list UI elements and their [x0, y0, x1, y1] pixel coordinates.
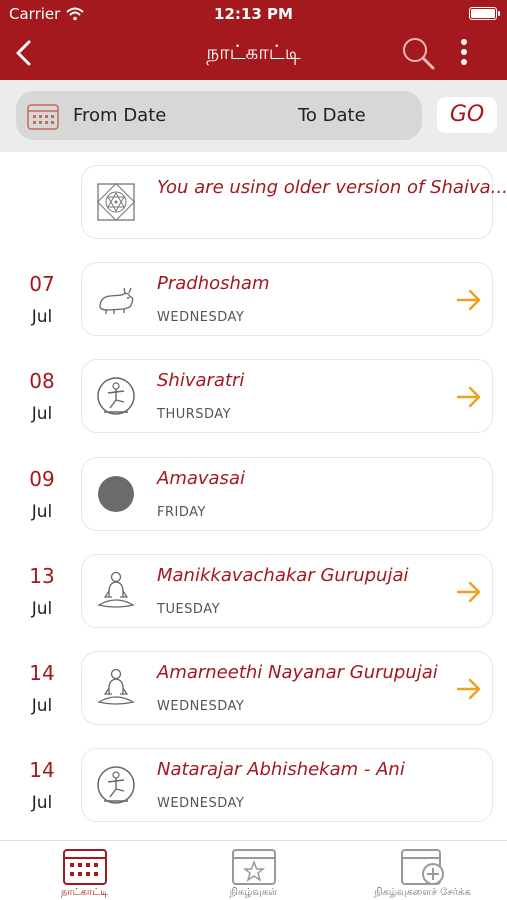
arrow-right-icon[interactable]	[456, 287, 482, 313]
event-month: Jul	[31, 599, 53, 619]
calendar-star-icon	[232, 849, 276, 885]
from-date-field[interactable]: From Date	[73, 105, 166, 126]
event-name: Amarneethi Nayanar Gurupujai	[157, 662, 438, 683]
nav-bar: நாட்காட்டி	[0, 28, 507, 80]
arrow-right-icon[interactable]	[456, 579, 482, 605]
notice-card[interactable]: You are using older version of Shaiva...	[81, 165, 507, 239]
more-vertical-icon[interactable]	[452, 38, 476, 68]
notice-text: You are using older version of Shaiva...	[157, 177, 507, 198]
event-weekday: WEDNESDAY	[157, 796, 245, 811]
event-card[interactable]: Pradhosham WEDNESDAY	[81, 262, 493, 336]
tab-label: நாட்காட்டி	[60, 887, 109, 898]
event-day: 14	[29, 758, 55, 782]
bottom-tab-bar: நாட்காட்டி நிகழ்வுகள் நிகழ்வுகளைச் சேர்க…	[0, 840, 507, 900]
event-weekday: WEDNESDAY	[157, 699, 245, 714]
date-range-picker[interactable]: From Date To Date	[16, 91, 422, 140]
event-card[interactable]: Amarneethi Nayanar Gurupujai WEDNESDAY	[81, 651, 493, 725]
event-day: 07	[29, 272, 55, 296]
event-name: Pradhosham	[157, 273, 270, 294]
arrow-right-icon[interactable]	[456, 384, 482, 410]
event-month: Jul	[31, 502, 53, 522]
event-card[interactable]: Manikkavachakar Gurupujai TUESDAY	[81, 554, 493, 628]
battery-icon	[469, 7, 500, 20]
event-row[interactable]: 08 Jul Shivaratri THURSDAY	[0, 359, 507, 433]
yantra-icon	[96, 182, 136, 222]
notice-row: You are using older version of Shaiva...	[0, 165, 507, 239]
event-weekday: FRIDAY	[157, 505, 206, 520]
tab-add-events[interactable]: நிகழ்வுகளைச் சேர்க்க	[338, 843, 507, 900]
event-card[interactable]: Natarajar Abhishekam - Ani WEDNESDAY	[81, 748, 493, 822]
event-row[interactable]: 09 Jul Amavasai FRIDAY	[0, 457, 507, 531]
tab-calendar[interactable]: நாட்காட்டி	[0, 843, 169, 900]
event-row[interactable]: 07 Jul Pradhosham WEDNESDAY	[0, 262, 507, 336]
app-header: Carrier 12:13 PM நாட்காட்டி	[0, 0, 507, 80]
event-row[interactable]: 14 Jul Amarneethi Nayanar Gurupujai WEDN…	[0, 651, 507, 725]
event-weekday: TUESDAY	[157, 602, 221, 617]
event-card[interactable]: Amavasai FRIDAY	[81, 457, 493, 531]
event-day: 09	[29, 467, 55, 491]
status-bar: Carrier 12:13 PM	[0, 0, 507, 28]
meditating-saint-icon	[97, 571, 135, 608]
events-list: You are using older version of Shaiva...…	[0, 152, 507, 840]
arrow-right-icon[interactable]	[456, 676, 482, 702]
event-month: Jul	[31, 404, 53, 424]
event-day: 13	[29, 564, 55, 588]
event-day: 14	[29, 661, 55, 685]
tab-label: நிகழ்வுகளைச் சேர்க்க	[374, 887, 471, 898]
event-weekday: WEDNESDAY	[157, 310, 245, 325]
event-name: Manikkavachakar Gurupujai	[157, 565, 409, 586]
tab-label: நிகழ்வுகள்	[229, 887, 278, 898]
nataraja-icon	[97, 766, 135, 804]
event-month: Jul	[31, 696, 53, 716]
search-icon[interactable]	[400, 35, 436, 71]
event-month: Jul	[31, 307, 53, 327]
event-name: Natarajar Abhishekam - Ani	[157, 759, 405, 780]
nandi-icon	[99, 287, 134, 314]
date-filter-bar: From Date To Date GO	[0, 80, 507, 152]
meditating-saint-icon	[97, 668, 135, 705]
event-card[interactable]: Shivaratri THURSDAY	[81, 359, 493, 433]
calendar-icon	[27, 104, 59, 130]
event-day: 08	[29, 369, 55, 393]
event-weekday: THURSDAY	[157, 407, 232, 422]
event-name: Shivaratri	[157, 370, 245, 391]
calendar-add-icon	[401, 849, 444, 885]
tab-events[interactable]: நிகழ்வுகள்	[169, 843, 338, 900]
event-row[interactable]: 13 Jul Manikkavachakar Gurupujai TUESDAY	[0, 554, 507, 628]
status-time: 12:13 PM	[214, 5, 293, 23]
event-name: Amavasai	[157, 468, 245, 489]
nataraja-icon	[97, 377, 135, 415]
calendar-icon	[63, 849, 107, 885]
new-moon-icon	[98, 476, 134, 512]
event-month: Jul	[31, 793, 53, 813]
event-row[interactable]: 14 Jul Natarajar Abhishekam - Ani WEDNES…	[0, 748, 507, 822]
go-button[interactable]: GO	[437, 97, 497, 133]
to-date-field[interactable]: To Date	[298, 105, 366, 126]
